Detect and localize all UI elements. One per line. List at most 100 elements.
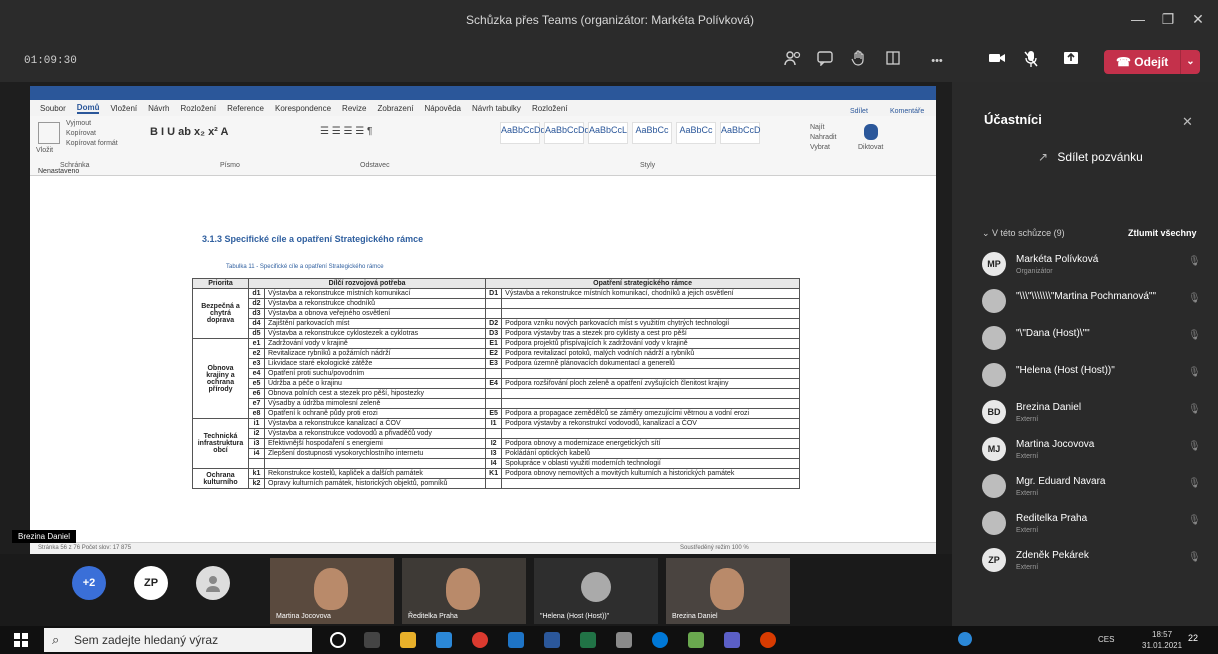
tab-0[interactable]: Soubor bbox=[40, 104, 66, 113]
paste-label[interactable]: Vložit bbox=[36, 147, 53, 154]
mic-off-icon[interactable] bbox=[1018, 50, 1044, 72]
chrome-icon[interactable] bbox=[472, 632, 488, 648]
participant-row[interactable]: "Helena (Host (Host))" 🎙 bbox=[982, 361, 1202, 397]
tab-6[interactable]: Korespondence bbox=[275, 104, 331, 113]
tab-2[interactable]: Vložení bbox=[110, 104, 137, 113]
video-tile[interactable]: Martina Jocovova bbox=[270, 558, 394, 624]
table-row: Technická infrastruktura obcí i1 Výstavba … bbox=[192, 418, 800, 469]
participant-row[interactable]: ZP Zdeněk Pekárek Externí 🎙 bbox=[982, 546, 1202, 582]
paste-icon[interactable] bbox=[38, 122, 60, 144]
excel-icon[interactable] bbox=[580, 632, 596, 648]
style-option[interactable]: AaBbCcL bbox=[588, 122, 628, 144]
rooms-icon[interactable] bbox=[880, 50, 906, 72]
avatar[interactable] bbox=[196, 566, 230, 600]
style-option[interactable]: AaBbCc bbox=[676, 122, 716, 144]
participant-row[interactable]: MP Markéta Polívková Organizátor 🎙 bbox=[982, 250, 1202, 286]
measure-code-cell: D1 bbox=[485, 288, 503, 299]
app-icon[interactable] bbox=[652, 632, 668, 648]
edge-icon[interactable] bbox=[508, 632, 524, 648]
sensitivity-label[interactable]: Nenastaveno bbox=[38, 168, 79, 175]
priority-cell: Technická infrastruktura obcí bbox=[192, 418, 249, 469]
video-tile[interactable]: Brezina Daniel bbox=[666, 558, 790, 624]
video-tile[interactable]: Ředitelka Praha bbox=[402, 558, 526, 624]
chat-icon[interactable] bbox=[812, 50, 838, 72]
windows-start-icon[interactable] bbox=[14, 633, 28, 650]
need-cell: Výstavba a rekonstrukce cyklostezek a cy… bbox=[263, 328, 487, 339]
system-clock[interactable]: 18:57 31.01.2021 bbox=[1142, 629, 1182, 651]
tab-10[interactable]: Návrh tabulky bbox=[472, 104, 521, 113]
table-row: e8 Opatření k ochraně půdy proti erozi E5 P… bbox=[193, 408, 800, 419]
word-icon[interactable] bbox=[544, 632, 560, 648]
tab-5[interactable]: Reference bbox=[227, 104, 264, 113]
find-button[interactable]: Najít bbox=[810, 124, 824, 131]
participants-icon[interactable] bbox=[780, 50, 806, 72]
style-option[interactable]: AaBbCcDd bbox=[500, 122, 546, 144]
video-tile-name: Martina Jocovova bbox=[276, 613, 331, 620]
select-button[interactable]: Vybrat bbox=[810, 144, 830, 151]
taskbar-search-box[interactable]: ⌕ Sem zadejte hledaný výraz bbox=[44, 628, 312, 652]
calculator-icon[interactable] bbox=[616, 632, 632, 648]
cortana-icon[interactable] bbox=[330, 632, 346, 648]
teams-icon[interactable] bbox=[724, 632, 740, 648]
tab-11[interactable]: Rozložení bbox=[532, 104, 568, 113]
restore-button[interactable]: ❐ bbox=[1156, 10, 1180, 28]
mail-icon[interactable] bbox=[436, 632, 452, 648]
participant-row[interactable]: "\\\"\\\\\\\"Martina Pochmanová"" 🎙 bbox=[982, 287, 1202, 323]
notification-count[interactable]: 22 bbox=[1188, 633, 1198, 643]
cut-button[interactable]: Vyjmout bbox=[66, 120, 91, 127]
tab-4[interactable]: Rozložení bbox=[181, 104, 217, 113]
participant-row[interactable]: BD Brezina Daniel Externí 🎙 bbox=[982, 398, 1202, 434]
camera-icon[interactable] bbox=[984, 50, 1010, 72]
close-button[interactable]: ✕ bbox=[1186, 10, 1210, 28]
style-option[interactable]: AaBbCcD bbox=[720, 122, 761, 144]
participant-row[interactable]: "\"Dana (Host)\"" 🎙 bbox=[982, 324, 1202, 360]
style-option[interactable]: AaBbCcDd bbox=[544, 122, 590, 144]
paragraph-controls[interactable]: ☰ ☰ ☰ ☰ ¶ bbox=[320, 126, 372, 137]
need-code-cell: e3 bbox=[248, 358, 265, 369]
participant-role: Externí bbox=[1016, 564, 1039, 571]
dictate-icon[interactable] bbox=[864, 124, 878, 140]
share-doc-button[interactable]: Sdílet bbox=[850, 108, 868, 115]
language-indicator[interactable]: CES bbox=[1098, 635, 1114, 644]
participant-row[interactable]: MJ Martina Jocovova Externí 🎙 bbox=[982, 435, 1202, 471]
style-option[interactable]: AaBbCc bbox=[632, 122, 672, 144]
panel-close-icon[interactable]: ✕ bbox=[1182, 114, 1193, 130]
format-painter-button[interactable]: Kopírovat formát bbox=[66, 140, 118, 147]
need-code-cell: e1 bbox=[248, 338, 265, 349]
copy-button[interactable]: Kopírovat bbox=[66, 130, 96, 137]
leave-button[interactable]: ☎ Odejít ⌄ bbox=[1104, 50, 1200, 74]
replace-button[interactable]: Nahradit bbox=[810, 134, 836, 141]
network-status-icon[interactable] bbox=[958, 632, 972, 646]
more-icon[interactable]: ••• bbox=[924, 50, 950, 72]
minimize-button[interactable]: — bbox=[1126, 10, 1150, 28]
app-icon[interactable] bbox=[688, 632, 704, 648]
tab-1[interactable]: Domů bbox=[76, 103, 100, 114]
participants-section-label[interactable]: ⌄ V této schůzce (9) bbox=[982, 228, 1065, 239]
participant-row[interactable]: Mgr. Eduard Navara Externí 🎙 bbox=[982, 472, 1202, 508]
overflow-participants-badge[interactable]: +2 bbox=[72, 566, 106, 600]
tab-8[interactable]: Zobrazení bbox=[378, 104, 414, 113]
comments-button[interactable]: Komentáře bbox=[890, 108, 924, 115]
need-cell: Efektivnější hospodaření s energiemi bbox=[263, 438, 487, 449]
task-view-icon[interactable] bbox=[364, 632, 380, 648]
share-invite-button[interactable]: ↗ Sdílet pozvánku bbox=[1038, 150, 1143, 164]
app-icon[interactable] bbox=[760, 632, 776, 648]
zp-avatar[interactable]: ZP bbox=[134, 566, 168, 600]
font-controls[interactable]: B I U ab x₂ x² A bbox=[150, 126, 228, 138]
video-tile[interactable]: "Helena (Host (Host))" bbox=[534, 558, 658, 624]
focus-mode[interactable]: Soustředěný režim 100 % bbox=[680, 545, 749, 551]
mute-all-button[interactable]: Ztlumit všechny bbox=[1128, 228, 1197, 238]
raise-hand-icon[interactable] bbox=[846, 50, 872, 72]
tab-9[interactable]: Nápověda bbox=[425, 104, 461, 113]
clock-date: 31.01.2021 bbox=[1142, 641, 1183, 650]
file-explorer-icon[interactable] bbox=[400, 632, 416, 648]
need-code-cell: e6 bbox=[248, 388, 265, 399]
leave-chevron-icon[interactable]: ⌄ bbox=[1180, 50, 1200, 74]
tab-7[interactable]: Revize bbox=[342, 104, 366, 113]
participant-name: Ředitelka Praha bbox=[1016, 513, 1088, 524]
share-icon[interactable] bbox=[1058, 50, 1084, 72]
tab-3[interactable]: Návrh bbox=[148, 104, 169, 113]
participant-row[interactable]: Ředitelka Praha Externí 🎙 bbox=[982, 509, 1202, 545]
table-row: Obnova krajiny a ochrana přírody e1 Zadržo… bbox=[192, 338, 800, 419]
dictate-label[interactable]: Diktovat bbox=[858, 144, 883, 151]
